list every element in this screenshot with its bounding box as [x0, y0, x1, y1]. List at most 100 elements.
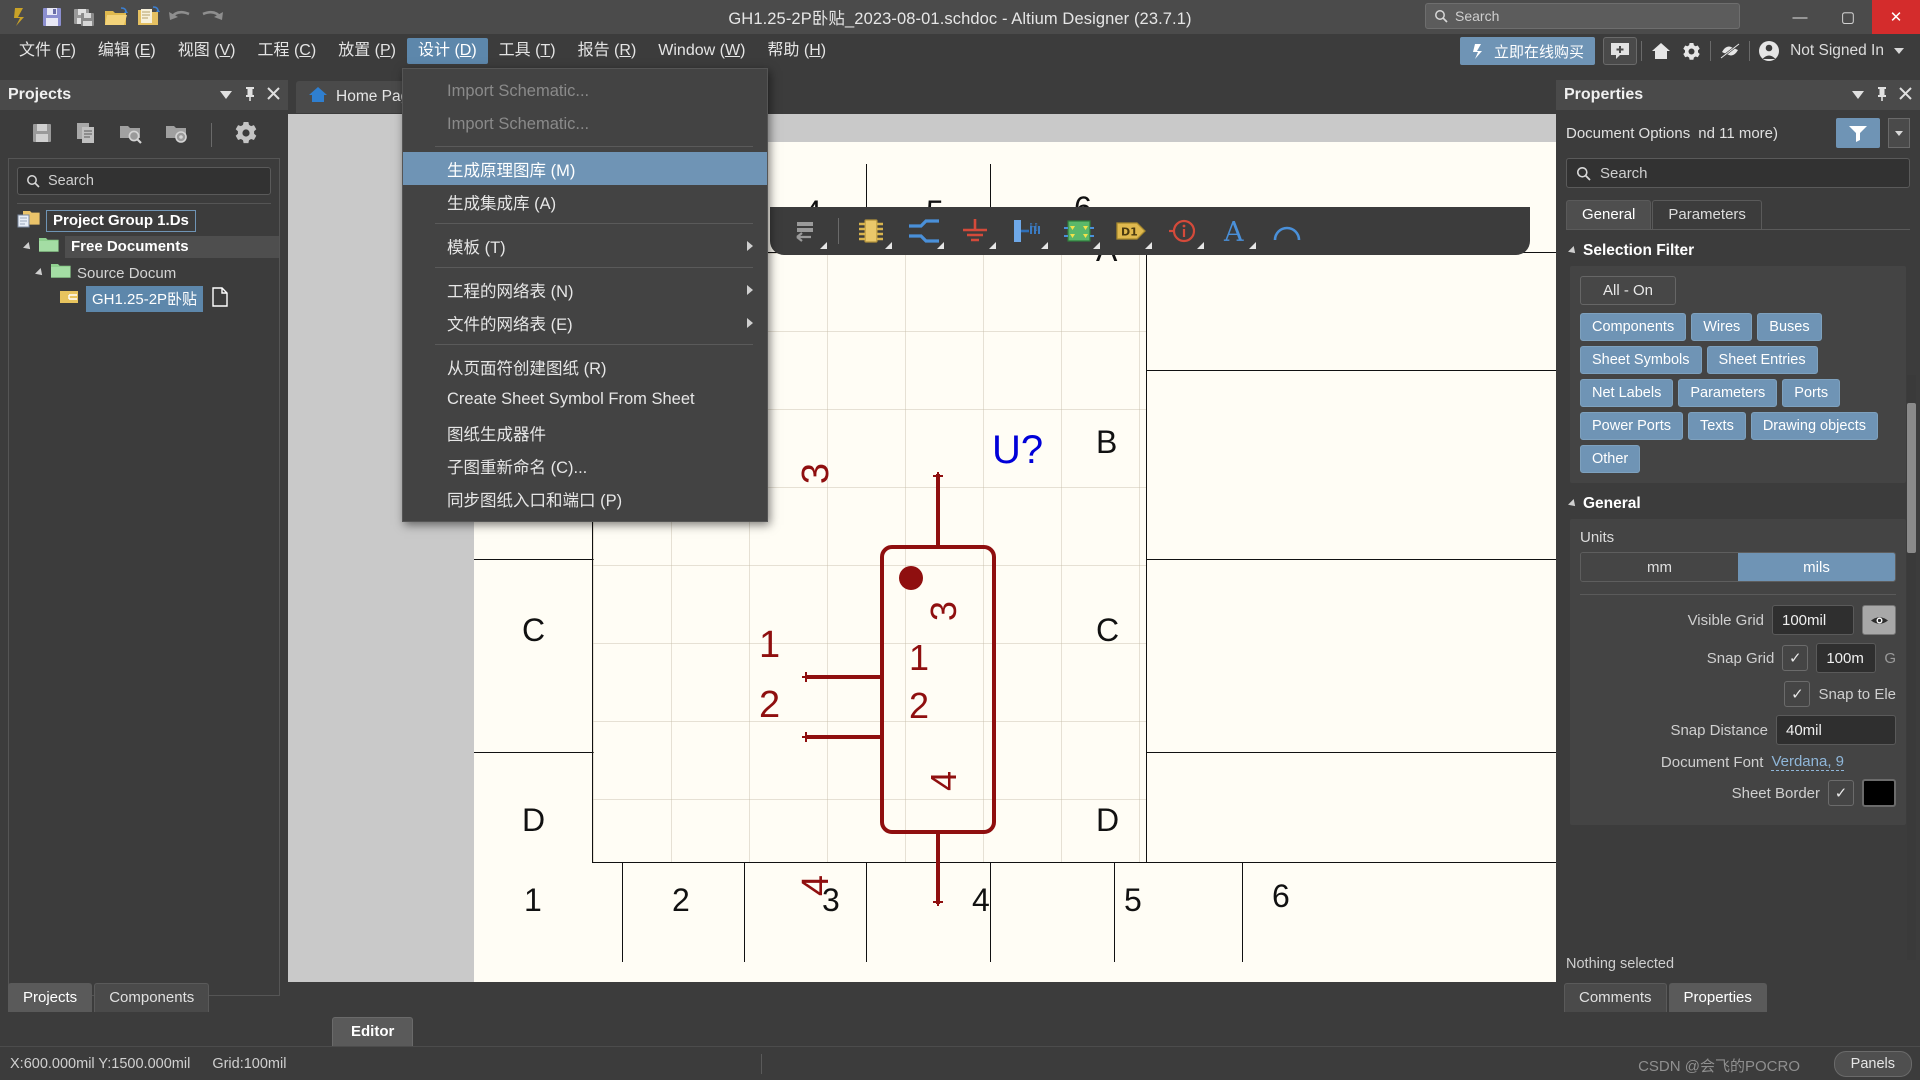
- menu-item-template[interactable]: 模板 (T): [403, 229, 767, 262]
- open-document-icon[interactable]: [134, 3, 162, 31]
- properties-scrollbar[interactable]: [1907, 375, 1916, 960]
- open-folder-icon[interactable]: [102, 3, 130, 31]
- pin-icon[interactable]: [244, 86, 256, 104]
- save-icon[interactable]: [38, 3, 66, 31]
- open-project-icon[interactable]: [119, 122, 143, 149]
- place-component-icon[interactable]: [845, 208, 897, 254]
- filter-chip-buses[interactable]: Buses: [1757, 313, 1822, 341]
- menu-item-rename-child-sheet[interactable]: 子图重新命名 (C)...: [403, 449, 767, 482]
- menu-item-import-schematic-1[interactable]: Import Schematic...: [403, 75, 767, 108]
- filter-dropdown-button[interactable]: [1888, 118, 1910, 148]
- place-text-string-icon[interactable]: A: [1209, 208, 1261, 254]
- filter-chip-drawing-objects[interactable]: Drawing objects: [1750, 412, 1878, 440]
- tree-item-schematic-file[interactable]: GH1.25-2P卧贴: [9, 286, 279, 312]
- chevron-down-icon[interactable]: [1884, 37, 1914, 65]
- snap-grid-input[interactable]: 100m: [1816, 643, 1877, 673]
- tab-projects[interactable]: Projects: [8, 983, 93, 1012]
- global-search-input[interactable]: Search: [1425, 3, 1740, 29]
- compile-icon[interactable]: [75, 122, 97, 149]
- menu-window[interactable]: Window (W): [647, 38, 756, 64]
- menu-item-make-integrated-library[interactable]: 生成集成库 (A): [403, 185, 767, 218]
- filter-chip-other[interactable]: Other: [1580, 445, 1641, 473]
- filter-chip-sheet-entries[interactable]: Sheet Entries: [1706, 346, 1818, 374]
- filter-chip-net-labels[interactable]: Net Labels: [1580, 379, 1674, 407]
- expander-icon[interactable]: [35, 268, 45, 278]
- menu-file[interactable]: 文件 (F): [8, 38, 87, 64]
- pin-icon[interactable]: [1876, 86, 1888, 104]
- license-icon[interactable]: [1715, 37, 1745, 65]
- units-option-mm[interactable]: mm: [1581, 553, 1738, 581]
- close-icon[interactable]: [1899, 87, 1912, 103]
- tab-components[interactable]: Components: [94, 983, 210, 1012]
- filter-chip-parameters[interactable]: Parameters: [1678, 379, 1778, 407]
- menu-item-create-sheet-from-symbol[interactable]: 从页面符创建图纸 (R): [403, 350, 767, 383]
- projects-search-input[interactable]: Search: [17, 167, 271, 195]
- filter-chip-sheet-symbols[interactable]: Sheet Symbols: [1580, 346, 1702, 374]
- gear-icon[interactable]: [234, 121, 258, 150]
- section-header-selection-filter[interactable]: Selection Filter: [1568, 242, 1920, 260]
- avatar[interactable]: [1754, 37, 1784, 65]
- maximize-button[interactable]: ▢: [1824, 0, 1872, 34]
- menu-view[interactable]: 视图 (V): [167, 38, 247, 64]
- schematic-component-U[interactable]: U? 3 3 1 2 1 2 4 4: [759, 428, 1094, 952]
- undo-icon[interactable]: [166, 3, 194, 31]
- place-device-icon[interactable]: D1: [1105, 208, 1157, 254]
- menu-place[interactable]: 放置 (P): [327, 38, 407, 64]
- filter-chip-wires[interactable]: Wires: [1691, 313, 1753, 341]
- section-header-general[interactable]: General: [1568, 495, 1920, 513]
- tab-comments[interactable]: Comments: [1564, 983, 1667, 1012]
- place-net-label-icon[interactable]: ℍ: [1001, 208, 1053, 254]
- close-button[interactable]: ✕: [1872, 0, 1920, 34]
- filter-chip-components[interactable]: Components: [1580, 313, 1687, 341]
- menu-help[interactable]: 帮助 (H): [756, 38, 837, 64]
- visible-grid-input[interactable]: 100mil: [1772, 605, 1854, 635]
- menu-tools[interactable]: 工具 (T): [488, 38, 567, 64]
- snap-distance-input[interactable]: 40mil: [1776, 715, 1896, 745]
- tab-parameters[interactable]: Parameters: [1652, 200, 1762, 229]
- buy-online-button[interactable]: 立即在线购买: [1460, 37, 1596, 65]
- snap-grid-checkbox[interactable]: ✓: [1782, 645, 1809, 671]
- place-sheet-symbol-icon[interactable]: [1053, 208, 1105, 254]
- sheet-border-checkbox[interactable]: ✓: [1828, 780, 1854, 806]
- all-on-button[interactable]: All - On: [1580, 276, 1677, 305]
- filter-chip-texts[interactable]: Texts: [1687, 412, 1746, 440]
- menu-project[interactable]: 工程 (C): [247, 38, 328, 64]
- expander-icon[interactable]: [23, 242, 33, 252]
- tree-item-project-group[interactable]: Project Group 1.Ds: [9, 208, 279, 234]
- place-no-erc-icon[interactable]: [1157, 208, 1209, 254]
- panels-button[interactable]: Panels: [1833, 1051, 1912, 1077]
- home-icon[interactable]: [1646, 37, 1676, 65]
- place-gnd-power-port-icon[interactable]: [949, 208, 1001, 254]
- menu-design[interactable]: 设计 (D): [406, 38, 488, 64]
- tab-general[interactable]: General: [1566, 200, 1652, 229]
- menu-item-netlist-for-project[interactable]: 工程的网络表 (N): [403, 273, 767, 306]
- menu-item-sync-sheet-entries-and-ports[interactable]: 同步图纸入口和端口 (P): [403, 482, 767, 515]
- save-all-icon[interactable]: [70, 3, 98, 31]
- tree-item-free-documents[interactable]: Free Documents: [9, 234, 279, 260]
- collapse-icon[interactable]: [219, 88, 233, 103]
- tab-properties[interactable]: Properties: [1668, 983, 1767, 1012]
- document-font-value[interactable]: Verdana, 9: [1771, 753, 1844, 771]
- project-options-icon[interactable]: [165, 122, 189, 149]
- gear-icon[interactable]: [1676, 37, 1706, 65]
- account-label[interactable]: Not Signed In: [1790, 42, 1884, 60]
- place-arc-icon[interactable]: [1261, 208, 1313, 254]
- snap-to-electrical-checkbox[interactable]: ✓: [1784, 681, 1811, 707]
- tab-editor[interactable]: Editor: [332, 1017, 414, 1046]
- filter-chip-power-ports[interactable]: Power Ports: [1580, 412, 1683, 440]
- altium-logo-icon[interactable]: [6, 3, 34, 31]
- menu-item-create-component-from-sheet[interactable]: 图纸生成器件: [403, 416, 767, 449]
- scrollbar-thumb[interactable]: [1907, 403, 1916, 553]
- units-segmented-control[interactable]: mm mils: [1580, 552, 1896, 582]
- menu-reports[interactable]: 报告 (R): [567, 38, 648, 64]
- filter-chip-ports[interactable]: Ports: [1782, 379, 1841, 407]
- menu-item-make-schematic-library[interactable]: 生成原理图库 (M): [403, 152, 767, 185]
- menu-item-create-sheet-symbol-from-sheet[interactable]: Create Sheet Symbol From Sheet: [403, 383, 767, 416]
- properties-search-input[interactable]: Search: [1566, 158, 1910, 188]
- close-icon[interactable]: [267, 87, 280, 103]
- place-wire-icon[interactable]: [897, 208, 949, 254]
- units-option-mils[interactable]: mils: [1738, 553, 1895, 581]
- minimize-button[interactable]: —: [1776, 0, 1824, 34]
- menu-item-import-schematic-2[interactable]: Import Schematic...: [403, 108, 767, 141]
- place-part-list-icon[interactable]: [780, 208, 832, 254]
